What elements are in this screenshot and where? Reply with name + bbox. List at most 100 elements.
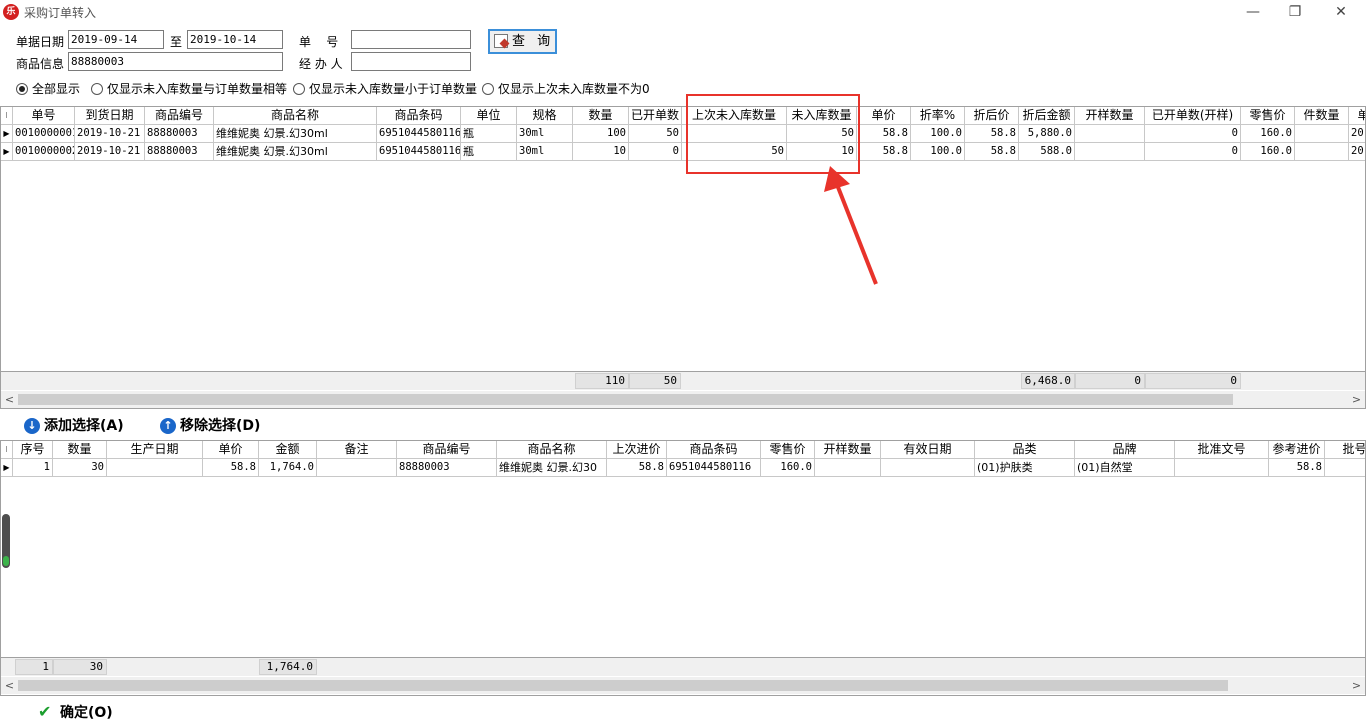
table-cell[interactable] [1295,143,1349,161]
table-cell[interactable] [1075,125,1145,143]
add-selection-button[interactable]: ↓ 添加选择(A) [24,417,124,435]
table-cell[interactable]: 瓶 [461,125,517,143]
table-cell[interactable] [107,459,203,477]
column-header[interactable]: 批号 [1325,441,1365,459]
scroll-thumb[interactable] [18,394,1233,405]
handler-field[interactable] [351,52,471,71]
table-cell[interactable]: 00100000017 [13,125,75,143]
table-cell[interactable]: 20 [1349,143,1365,161]
remove-selection-button[interactable]: ↑ 移除选择(D) [160,417,260,435]
table-cell[interactable]: 88880003 [145,143,214,161]
table-cell[interactable]: 100.0 [911,143,965,161]
table-cell[interactable]: 160.0 [761,459,815,477]
table-cell[interactable]: 维维妮奥 幻景.幻30ml [214,143,377,161]
table-cell[interactable] [1175,459,1269,477]
column-header[interactable]: 单价 [203,441,259,459]
table-cell[interactable]: 维维妮奥 幻景.幻30ml [214,125,377,143]
selection-grid-hscrollbar[interactable]: < > [1,677,1365,694]
scroll-right-icon[interactable]: > [1348,677,1365,694]
column-header[interactable]: 商品编号 [397,441,497,459]
radio-show-all[interactable]: 全部显示 [16,81,80,97]
date-from-field[interactable]: 2019-09-14 [68,30,164,49]
table-cell[interactable]: 6951044580116 [667,459,761,477]
minimize-button[interactable]: — [1238,2,1268,22]
table-cell[interactable]: 30ml [517,125,573,143]
table-cell[interactable]: 00100000020 [13,143,75,161]
radio-last-nonzero[interactable]: 仅显示上次未入库数量不为0 [482,81,650,97]
column-header[interactable]: 单 [1349,107,1365,125]
order-no-field[interactable] [351,30,471,49]
confirm-button[interactable]: ✔ 确定(O) [38,703,113,722]
column-header[interactable]: 已开单数 [629,107,682,125]
table-cell[interactable]: 6951044580116 [377,125,461,143]
column-header[interactable]: 数量 [53,441,107,459]
order-grid[interactable]: ⁝ 单号 到货日期 商品编号 商品名称 商品条码 单位 规格 数量 已开单数 上次未入库数量 未入库数… [0,106,1366,409]
table-cell[interactable] [881,459,975,477]
table-cell[interactable] [815,459,881,477]
column-header[interactable]: 金额 [259,441,317,459]
selection-grid[interactable]: ⁝ 序号 数量 生产日期 单价 金额 备注 商品编号 商品名称 上次进价 商品条码 零售价 开样数量 有效… [0,440,1366,696]
table-cell[interactable]: 30 [53,459,107,477]
radio-equal-qty[interactable]: 仅显示未入库数量与订单数量相等 [91,81,287,97]
table-cell[interactable] [1325,459,1365,477]
column-header[interactable]: 商品编号 [145,107,214,125]
column-header[interactable]: 批准文号 [1175,441,1269,459]
column-header[interactable]: 折率% [911,107,965,125]
table-cell[interactable]: 1 [13,459,53,477]
table-cell[interactable]: 5,880.0 [1019,125,1075,143]
table-cell[interactable] [1295,125,1349,143]
scroll-left-icon[interactable]: < [1,391,18,408]
column-header[interactable]: 单位 [461,107,517,125]
table-cell[interactable]: 100.0 [911,125,965,143]
table-cell[interactable]: 瓶 [461,143,517,161]
table-cell[interactable]: 30ml [517,143,573,161]
table-cell[interactable]: 2019-10-21 [75,143,145,161]
column-header[interactable]: 件数量 [1295,107,1349,125]
table-cell[interactable]: 维维妮奥 幻景.幻30 [497,459,607,477]
table-row[interactable]: ▶001000000172019-10-2188880003维维妮奥 幻景.幻3… [1,125,1365,143]
table-cell[interactable]: 58.8 [965,125,1019,143]
column-header[interactable]: 商品名称 [214,107,377,125]
column-header[interactable]: 到货日期 [75,107,145,125]
column-header[interactable]: 单价 [857,107,911,125]
table-cell[interactable]: 58.8 [607,459,667,477]
column-header[interactable]: 商品条码 [377,107,461,125]
column-header[interactable]: 单号 [13,107,75,125]
table-cell[interactable]: (01)自然堂 [1075,459,1175,477]
table-cell[interactable]: 588.0 [1019,143,1075,161]
restore-button[interactable]: ❐ [1280,2,1310,22]
goods-field[interactable]: 88880003 [68,52,283,71]
column-header[interactable]: 序号 [13,441,53,459]
column-header[interactable]: 参考进价 [1269,441,1325,459]
side-scroll-handle[interactable] [2,514,10,568]
table-cell[interactable] [317,459,397,477]
order-grid-hscrollbar[interactable]: < > [1,391,1365,408]
table-cell[interactable]: 0 [629,143,682,161]
table-cell[interactable]: 6951044580116 [377,143,461,161]
table-cell[interactable]: 58.8 [857,143,911,161]
column-header[interactable]: 零售价 [1241,107,1295,125]
scroll-thumb[interactable] [18,680,1228,691]
date-to-field[interactable]: 2019-10-14 [187,30,283,49]
close-button[interactable]: ✕ [1326,2,1356,22]
table-row[interactable]: ▶001000000202019-10-2188880003维维妮奥 幻景.幻3… [1,143,1365,161]
table-cell[interactable]: 50 [629,125,682,143]
scroll-right-icon[interactable]: > [1348,391,1365,408]
table-cell[interactable] [1075,143,1145,161]
column-header[interactable]: 备注 [317,441,397,459]
column-header[interactable]: 数量 [573,107,629,125]
table-cell[interactable]: 160.0 [1241,143,1295,161]
table-cell[interactable]: 10 [573,143,629,161]
table-cell[interactable]: 1,764.0 [259,459,317,477]
table-cell[interactable]: 88880003 [397,459,497,477]
column-header[interactable]: 生产日期 [107,441,203,459]
column-header[interactable]: 已开单数(开样) [1145,107,1241,125]
table-cell[interactable]: 0 [1145,143,1241,161]
table-cell[interactable]: 20 [1349,125,1365,143]
table-cell[interactable]: 88880003 [145,125,214,143]
column-header[interactable]: 开样数量 [815,441,881,459]
column-header[interactable]: 商品名称 [497,441,607,459]
table-cell[interactable]: 100 [573,125,629,143]
column-header[interactable]: 折后金额 [1019,107,1075,125]
column-header[interactable]: 品类 [975,441,1075,459]
